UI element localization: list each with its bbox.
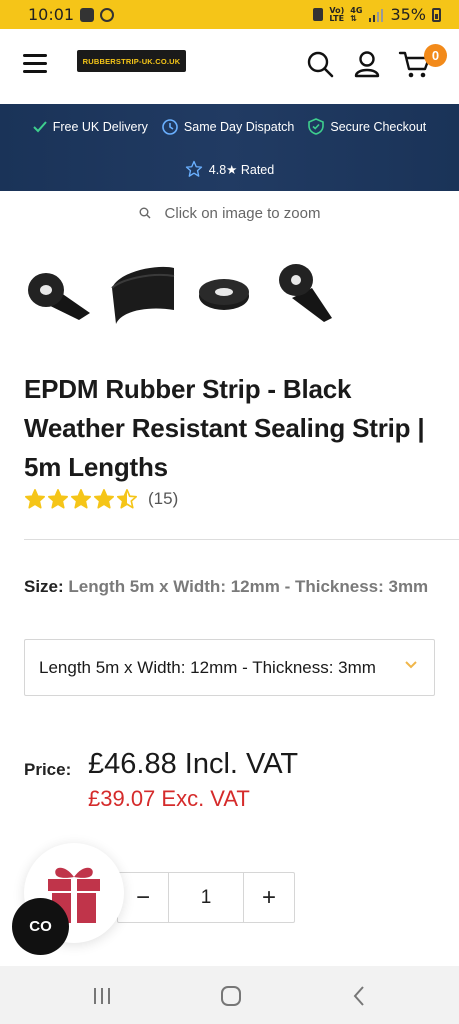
back-icon[interactable]	[348, 984, 372, 1008]
star-outline-icon	[185, 160, 202, 177]
rating-star-icon	[71, 489, 91, 509]
home-icon[interactable]	[219, 984, 243, 1008]
rating-stars	[24, 488, 138, 510]
rating-star-icon	[94, 489, 114, 509]
menu-icon[interactable]	[23, 54, 47, 74]
status-time: 10:01	[28, 5, 75, 24]
size-value: Length 5m x Width: 12mm - Thickness: 3mm	[68, 577, 429, 596]
account-icon[interactable]	[352, 49, 382, 79]
promo-free-delivery: Free UK Delivery	[33, 120, 148, 134]
size-select[interactable]: Length 5m x Width: 12mm - Thickness: 3mm	[24, 639, 435, 696]
review-count: (15)	[148, 489, 179, 508]
divider	[24, 539, 459, 540]
promo-label: Free UK Delivery	[52, 119, 148, 134]
product-thumbnails	[24, 258, 444, 328]
thumbnail-4[interactable]	[272, 258, 342, 328]
rating-star-icon	[117, 489, 137, 509]
quantity-stepper: − 1 +	[117, 872, 295, 923]
4g-indicator: 4G ⇅	[350, 6, 362, 23]
battery-percent: 35%	[390, 5, 426, 24]
zoom-hint[interactable]: Click on image to zoom	[0, 201, 459, 225]
price-incl-vat: £46.88 Incl. VAT	[88, 748, 299, 780]
chevron-down-icon	[405, 661, 417, 669]
gallery-notification-icon	[80, 7, 95, 22]
promo-rating: 4.8★ Rated	[0, 160, 459, 178]
shield-check-icon	[308, 118, 325, 135]
size-label: Size:	[24, 577, 64, 596]
data-arrows-icon: ⇅	[350, 13, 357, 23]
cart-count-badge: 0	[424, 44, 447, 67]
recent-apps-icon[interactable]	[90, 984, 114, 1008]
compare-widget-button[interactable]: CO	[12, 898, 69, 955]
promo-same-day: Same Day Dispatch	[162, 118, 295, 135]
rated-label: 4.8★ Rated	[208, 162, 275, 177]
whatsapp-notification-icon	[100, 7, 115, 22]
system-nav-bar	[0, 966, 459, 1024]
promo-secure-checkout: Secure Checkout	[308, 118, 426, 135]
compare-widget-label: CO	[29, 918, 52, 935]
product-title: EPDM Rubber Strip - Black Weather Resist…	[24, 374, 425, 482]
thumbnail-2[interactable]	[110, 258, 180, 328]
promo-row: Free UK Delivery Same Day Dispatch Secur…	[0, 118, 459, 135]
thumbnail-1[interactable]	[24, 258, 94, 328]
status-left: 10:01	[28, 5, 115, 24]
price-exc-vat: £39.07 Exc. VAT	[88, 786, 250, 811]
vibrate-icon	[313, 8, 324, 21]
site-logo[interactable]: RUBBERSTRIP-UK.CO.UK	[77, 50, 186, 72]
quantity-decrease-button[interactable]: −	[118, 873, 168, 922]
check-icon	[33, 120, 47, 132]
signal-icon	[369, 8, 384, 22]
product-rating[interactable]: (15)	[24, 488, 178, 510]
quantity-increase-button[interactable]: +	[244, 873, 294, 922]
search-icon	[139, 207, 151, 219]
search-icon[interactable]	[305, 49, 335, 79]
clock-icon	[162, 118, 178, 135]
promo-label: Same Day Dispatch	[183, 119, 295, 134]
site-header: RUBBERSTRIP-UK.CO.UK 0	[0, 29, 459, 104]
rating-star-icon	[25, 489, 45, 509]
lte-label: LTE	[329, 13, 345, 23]
quantity-input[interactable]: 1	[168, 873, 244, 922]
battery-icon	[432, 7, 441, 22]
price-label: Price:	[24, 760, 72, 779]
status-bar: 10:01 Vo) LTE 4G ⇅ 35%	[0, 0, 459, 29]
rating-star-icon	[48, 489, 68, 509]
promo-label: Secure Checkout	[330, 119, 427, 134]
size-selection-label: Size: Length 5m x Width: 12mm - Thicknes…	[24, 569, 434, 605]
logo-text: RUBBERSTRIP-UK.CO.UK	[82, 56, 181, 66]
thumbnail-3[interactable]	[196, 258, 266, 328]
zoom-hint-label: Click on image to zoom	[164, 204, 321, 222]
status-right: Vo) LTE 4G ⇅ 35%	[313, 5, 441, 24]
volte-indicator: Vo) LTE	[329, 6, 345, 23]
promo-banner: Free UK Delivery Same Day Dispatch Secur…	[0, 104, 459, 191]
size-select-value: Length 5m x Width: 12mm - Thickness: 3mm	[39, 657, 376, 677]
